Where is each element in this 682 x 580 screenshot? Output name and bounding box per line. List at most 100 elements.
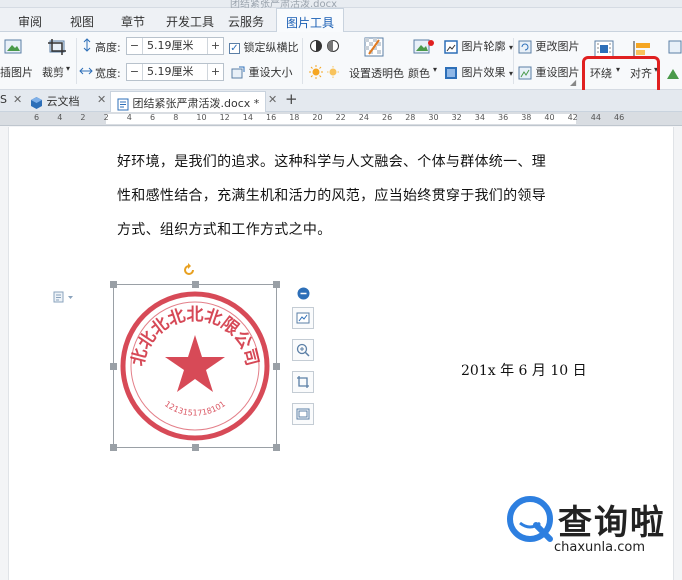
ruler-number: 22 [335, 113, 346, 122]
picture-effect-label: 图片效果 [461, 66, 506, 79]
resize-handle-right[interactable] [273, 363, 280, 370]
group-expand-icon[interactable]: ◢ [570, 78, 576, 87]
set-transparent-label: 设置透明色 [349, 67, 404, 80]
rotate-handle-icon[interactable] [182, 263, 196, 277]
color-icon [413, 39, 434, 54]
company-seal: 北北北北北北限公司 1213151718101 [120, 291, 270, 441]
crop-picture-button[interactable] [292, 371, 314, 393]
resize-handle-bottom[interactable] [192, 444, 199, 451]
resize-handle-top-right[interactable] [273, 281, 280, 288]
ruler-number: 30 [428, 113, 439, 122]
height-increase-button[interactable]: + [207, 38, 223, 54]
reset-size-button[interactable]: 重设大小 [231, 64, 293, 80]
ruler-number: 14 [242, 113, 253, 122]
doc-tab-close-icon[interactable]: ✕ [268, 93, 277, 106]
ruler-number: 32 [451, 113, 462, 122]
doc-tab-partial[interactable]: S [0, 93, 7, 106]
insert-picture-button[interactable] [0, 38, 26, 56]
ruler-number: 20 [312, 113, 323, 122]
cloud-docs-icon [31, 96, 42, 109]
color-dropdown-icon[interactable]: ▾ [433, 65, 437, 74]
contrast-icon[interactable] [309, 39, 323, 53]
rotate-icon[interactable] [668, 40, 682, 54]
picture-outline-button[interactable]: 图片轮廓 ▾ [444, 38, 513, 54]
width-decrease-button[interactable]: − [127, 64, 143, 80]
resize-handle-bottom-right[interactable] [273, 444, 280, 451]
doc-tab-close-icon[interactable]: ✕ [97, 93, 106, 106]
menu-bar: 审阅 视图 章节 开发工具 云服务 图片工具 [0, 8, 682, 33]
horizontal-ruler[interactable]: 6 4 2 2 4 6 8 10 12 14 16 18 20 22 24 26 28 30 32 34 36 38 40 4… [0, 112, 682, 126]
watermark-url: chaxunla.com [554, 540, 645, 555]
paragraph-line-3: 方式、组织方式和工作方式之中。 [117, 222, 332, 238]
active-doc-label: 团结紧张严肃活泼.docx * [132, 97, 260, 110]
color-button[interactable] [413, 37, 435, 57]
crop-icon [48, 39, 66, 55]
picture-outline-label: 图片轮廓 [461, 40, 506, 53]
checkmark-icon: ✓ [229, 42, 240, 54]
height-stepper[interactable]: − 5.19厘米 + [126, 37, 224, 55]
ruler-number: 4 [57, 113, 63, 122]
doc-tab-close-icon[interactable]: ✕ [13, 93, 22, 106]
ruler-number: 16 [266, 113, 277, 122]
height-decrease-button[interactable]: − [127, 38, 143, 54]
title-strip: 团结紧张严肃活泼.docx [0, 0, 682, 10]
group-icon[interactable] [666, 66, 680, 80]
lock-ratio-label: 锁定纵横比 [243, 41, 299, 54]
doc-tab-active[interactable]: 团结紧张严肃活泼.docx * [110, 91, 267, 112]
ruler-number: 38 [521, 113, 532, 122]
change-picture-button[interactable]: 更改图片 [518, 38, 580, 54]
picture-icon [4, 39, 22, 54]
picture-effect-icon [445, 67, 457, 79]
width-input[interactable]: 5.19厘米 [143, 64, 207, 80]
brightness-decrease-icon[interactable] [326, 65, 340, 79]
crop-dropdown-icon[interactable]: ▾ [66, 64, 70, 73]
new-tab-button[interactable]: + [285, 90, 298, 108]
ruler-number: 2 [80, 113, 86, 122]
ruler-number: 8 [173, 113, 179, 122]
ruler-number: 2 [103, 113, 109, 122]
ruler-number: 34 [474, 113, 485, 122]
contrast-decrease-icon[interactable] [326, 39, 340, 53]
ruler-number: 26 [382, 113, 393, 122]
zoom-picture-button[interactable] [292, 339, 314, 361]
change-picture-label: 更改图片 [535, 40, 580, 53]
tab-picture-tools[interactable]: 图片工具 [276, 8, 345, 33]
height-label: 高度: [95, 41, 121, 54]
tab-view[interactable]: 视图 [70, 13, 94, 30]
picture-outline-icon [444, 40, 458, 54]
picture-border-button[interactable] [292, 403, 314, 425]
border-icon [296, 408, 310, 420]
brightness-icon[interactable] [309, 65, 323, 79]
set-transparent-button[interactable] [364, 37, 384, 57]
width-increase-button[interactable]: + [207, 64, 223, 80]
tab-developer[interactable]: 开发工具 [166, 13, 214, 30]
ruler-number: 40 [544, 113, 555, 122]
change-picture-icon [518, 40, 532, 54]
crop-button[interactable] [46, 38, 68, 56]
height-input[interactable]: 5.19厘米 [143, 38, 207, 54]
tab-review[interactable]: 审阅 [18, 13, 42, 30]
doc-tab-cloud-docs[interactable]: 云文档 [30, 93, 80, 109]
tab-cloud-service[interactable]: 云服务 [228, 13, 264, 30]
insert-picture-label: 插图片 [0, 66, 33, 79]
ribbon-separator [302, 38, 303, 84]
crop-icon [297, 376, 309, 388]
reset-picture-icon [518, 66, 532, 80]
lock-ratio-checkbox[interactable]: ✓ 锁定纵横比 [229, 39, 299, 55]
crop-label: 裁剪 [42, 66, 64, 79]
ruler-number: 44 [590, 113, 601, 122]
ruler-number: 28 [405, 113, 416, 122]
document-tabs: S ✕ 云文档 ✕ 团结紧张严肃活泼.docx * ✕ + [0, 90, 682, 112]
picture-effect-button[interactable]: 图片效果 ▾ [444, 64, 513, 80]
minus-circle-icon [297, 287, 309, 300]
paragraph-layout-icon[interactable] [53, 291, 77, 303]
tab-chapter[interactable]: 章节 [121, 13, 145, 30]
layout-options-button[interactable] [292, 307, 314, 329]
color-label: 颜色 [408, 67, 430, 80]
collapse-tools-button[interactable] [292, 287, 314, 301]
resize-handle-bottom-left[interactable] [110, 444, 117, 451]
width-stepper[interactable]: − 5.19厘米 + [126, 63, 224, 81]
ruler-number: 12 [219, 113, 230, 122]
word-document-icon [117, 98, 129, 110]
stamp-image-selection[interactable]: 北北北北北北限公司 1213151718101 [110, 281, 280, 451]
